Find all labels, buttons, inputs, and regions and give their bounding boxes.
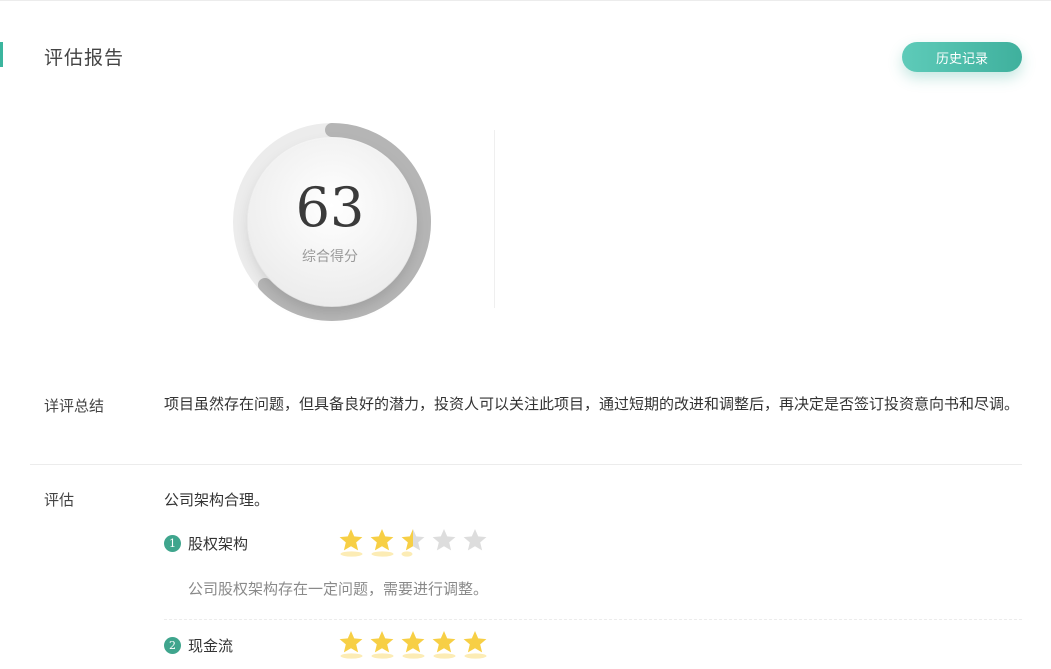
- star-icon: [370, 529, 394, 557]
- score-label: 综合得分: [302, 249, 358, 265]
- item-name: 现金流: [188, 637, 234, 655]
- evaluation-item: 2 现金流: [164, 630, 1024, 660]
- star-icon: [463, 529, 487, 551]
- score-value: 63: [295, 176, 365, 239]
- item-description: 公司股权架构存在一定问题，需要进行调整。: [188, 580, 489, 598]
- evaluation-label: 评估: [44, 491, 75, 509]
- evaluation-overview: 公司架构合理。: [164, 491, 270, 509]
- star-rating: [338, 528, 498, 558]
- summary-label: 详评总结: [44, 397, 105, 415]
- history-button[interactable]: 历史记录: [902, 42, 1022, 72]
- star-icon: [432, 631, 456, 659]
- top-rule: [0, 0, 1051, 1]
- item-index-badge: 1: [164, 535, 181, 552]
- star-rating: [338, 630, 498, 660]
- item-index-badge: 2: [164, 637, 181, 654]
- star-icon: [370, 631, 394, 659]
- item-name: 股权架构: [188, 535, 249, 553]
- page-title: 评估报告: [44, 47, 125, 69]
- star-icon: [339, 631, 363, 659]
- star-icon: [339, 529, 363, 557]
- star-icon: [401, 529, 425, 557]
- title-accent-bar: [0, 42, 3, 67]
- vertical-divider: [494, 130, 495, 308]
- evaluation-item: 1 股权架构: [164, 528, 1024, 558]
- item-divider: [164, 619, 1022, 620]
- star-icon: [463, 631, 487, 659]
- summary-text: 项目虽然存在问题，但具备良好的潜力，投资人可以关注此项目，通过短期的改进和调整后…: [164, 395, 1020, 413]
- section-divider: [30, 464, 1022, 465]
- star-icon: [401, 631, 425, 659]
- star-icon: [432, 529, 456, 551]
